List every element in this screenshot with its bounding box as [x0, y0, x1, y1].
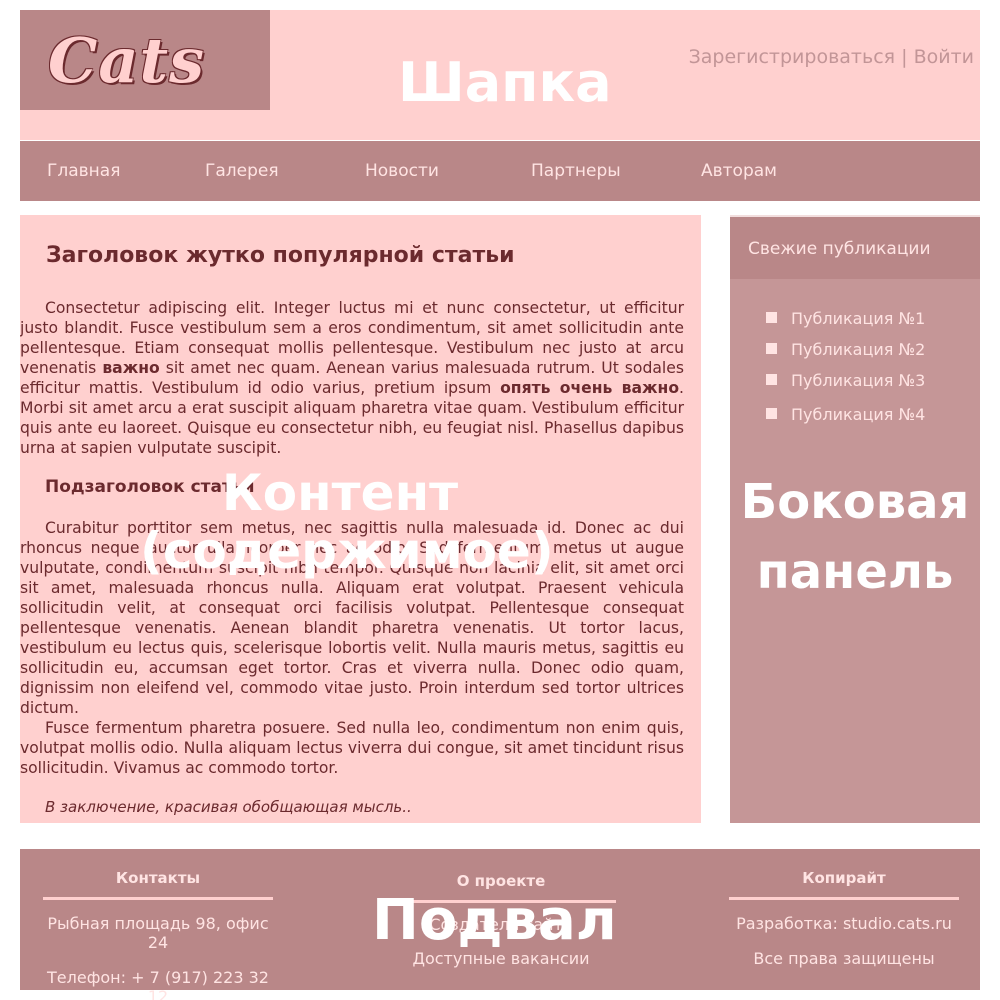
nav-item-home[interactable]: Главная	[47, 161, 120, 181]
footer: Контакты Рыбная площадь 98, офис 24 Теле…	[20, 849, 980, 1000]
logo-block[interactable]: Cats	[20, 10, 270, 110]
main-nav: Главная Галерея Новости Партнеры Авторам	[20, 141, 980, 201]
nav-item-news[interactable]: Новости	[365, 161, 439, 181]
article-paragraph-1: Consectetur adipiscing elit. Integer luc…	[20, 298, 684, 458]
nav-item-partners[interactable]: Партнеры	[531, 161, 621, 181]
sidebar-header: Свежие публикации	[730, 217, 980, 279]
sidebar-item-publication-3[interactable]: Публикация №3	[766, 371, 925, 390]
publication-label[interactable]: Публикация №4	[791, 405, 925, 424]
footer-rights: Все права защищены	[753, 949, 935, 968]
content-area: Заголовок жутко популярной статьи Consec…	[20, 215, 701, 823]
sidebar: Свежие публикации Публикация №1 Публикац…	[730, 215, 980, 823]
nav-item-gallery[interactable]: Галерея	[205, 161, 279, 181]
content-overlay-line-2: (содержимое)	[140, 521, 554, 580]
footer-divider	[43, 897, 273, 900]
sidebar-overlay-line-2: панель	[756, 544, 954, 600]
nav-item-authors[interactable]: Авторам	[701, 161, 777, 181]
article-paragraph-3: Fusce fermentum pharetra posuere. Sed nu…	[20, 719, 684, 777]
auth-separator: |	[895, 46, 914, 68]
p1-bold-1: важно	[102, 359, 160, 377]
footer-copyright-title: Копирайт	[802, 869, 886, 887]
footer-phone[interactable]: Телефон: + 7 (917) 223 32 12	[43, 968, 273, 1000]
login-link[interactable]: Войти	[914, 46, 974, 68]
square-bullet-icon	[766, 343, 777, 354]
footer-contacts-title: Контакты	[115, 869, 201, 887]
publication-label[interactable]: Публикация №1	[791, 309, 925, 328]
footer-address: Рыбная площадь 98, офис 24	[47, 914, 269, 952]
header: Cats Зарегистрироваться | Войти Шапка	[20, 10, 980, 140]
sidebar-overlay-label: Боковая панель	[730, 467, 980, 607]
article-conclusion: В заключение, красивая обобщающая мысль.…	[45, 798, 412, 816]
register-link[interactable]: Зарегистрироваться	[689, 46, 896, 68]
square-bullet-icon	[766, 374, 777, 385]
footer-overlay-label: Подвал	[372, 888, 617, 953]
sidebar-item-publication-2[interactable]: Публикация №2	[766, 340, 925, 359]
sidebar-overlay-line-1: Боковая	[740, 474, 970, 530]
content-overlay-label: Контент (содержимое)	[140, 464, 554, 580]
p1-bold-2: опять очень важно	[500, 379, 680, 397]
article-title: Заголовок жутко популярной статьи	[46, 243, 515, 268]
square-bullet-icon	[766, 408, 777, 419]
footer-dev-credit[interactable]: Разработка: studio.cats.ru	[729, 914, 959, 933]
footer-contacts: Контакты Рыбная площадь 98, офис 24 Теле…	[43, 869, 273, 1000]
sidebar-item-publication-4[interactable]: Публикация №4	[766, 405, 925, 424]
auth-links: Зарегистрироваться | Войти	[689, 46, 974, 68]
header-overlay-label: Шапка	[398, 51, 612, 114]
site-logo[interactable]: Cats	[48, 24, 205, 97]
square-bullet-icon	[766, 312, 777, 323]
footer-copyright: Копирайт Разработка: studio.cats.ru Все …	[729, 869, 959, 968]
content-overlay-line-1: Контент	[221, 464, 459, 522]
publication-label[interactable]: Публикация №2	[791, 340, 925, 359]
footer-divider	[729, 897, 959, 900]
publication-label[interactable]: Публикация №3	[791, 371, 925, 390]
sidebar-item-publication-1[interactable]: Публикация №1	[766, 309, 925, 328]
sidebar-title: Свежие публикации	[748, 239, 931, 259]
